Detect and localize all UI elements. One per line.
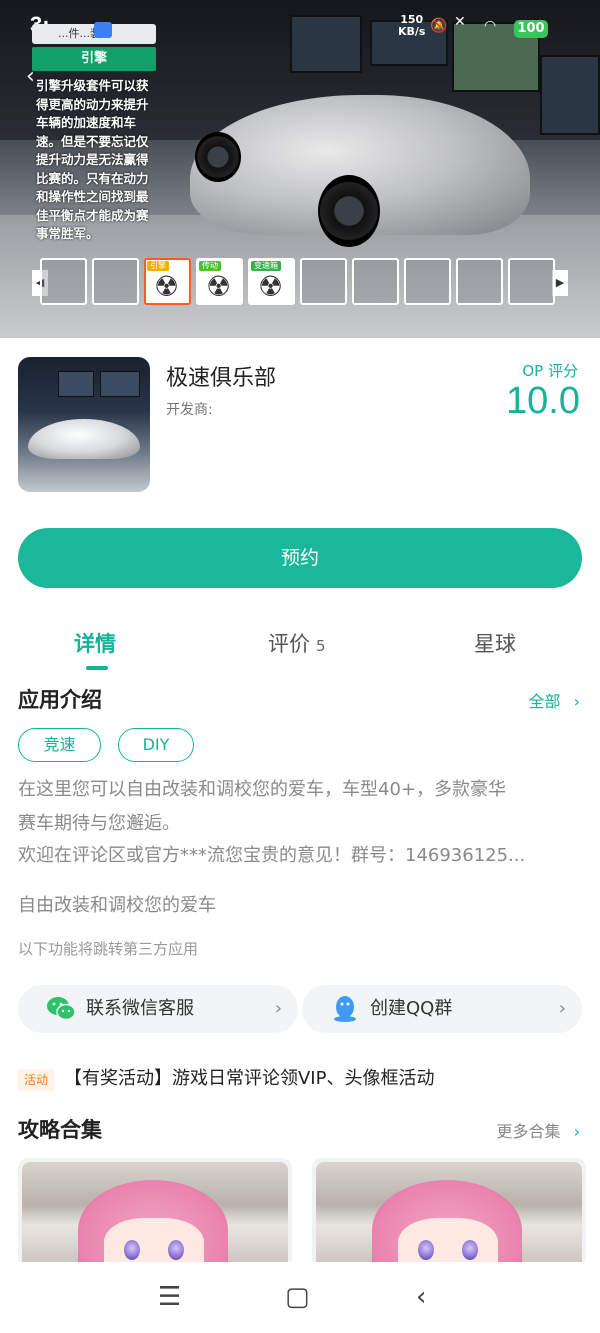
upgrade-slot[interactable]: 传动 ☢ xyxy=(196,258,243,305)
reserve-button[interactable]: 预约 xyxy=(18,528,582,588)
qq-group-label: 创建QQ群 xyxy=(370,998,453,1019)
activity-text: 【有奖活动】游戏日常评论领VIP、头像框活动 xyxy=(64,1068,435,1089)
chevron-right-icon: › xyxy=(274,998,282,1019)
upgrade-slots: 引擎 ☢ 传动 ☢ 变速箱 ☢ xyxy=(36,258,568,306)
intro-summary: 自由改装和调校您的爱车 xyxy=(18,895,216,916)
chevron-right-icon: › xyxy=(573,1122,580,1141)
rating-value: 10.0 xyxy=(506,380,580,422)
wechat-service-button[interactable]: 联系微信客服 › xyxy=(18,985,298,1033)
activity-badge: 活动 xyxy=(18,1069,54,1091)
icon-screen xyxy=(100,371,140,397)
game-screenshot-banner[interactable]: 3: 150 KB/s 🔕 ✕ ◠ 100 ...件...装 引擎 ‹ 引擎升级… xyxy=(0,0,600,338)
tag-chip[interactable]: DIY xyxy=(118,728,194,762)
guide-card-eye xyxy=(418,1240,434,1260)
tab-planet[interactable]: 星球 xyxy=(474,628,516,658)
radiation-icon: ☢ xyxy=(154,270,180,303)
tab-indicator xyxy=(86,666,108,670)
guide-card-face xyxy=(104,1218,204,1268)
radiation-icon: ☢ xyxy=(258,270,284,303)
car-wheel xyxy=(195,132,241,182)
qq-group-button[interactable]: 创建QQ群 › xyxy=(302,985,582,1033)
intro-all-label: 全部 xyxy=(528,692,561,711)
guides-more-label: 更多合集 xyxy=(496,1122,561,1141)
chevron-right-icon: › xyxy=(558,998,566,1019)
wifi-icon: ◠ xyxy=(484,18,497,34)
upgrade-slot[interactable] xyxy=(508,258,555,305)
upgrade-slot[interactable]: 变速箱 ☢ xyxy=(248,258,295,305)
icon-screen xyxy=(58,371,94,397)
wechat-service-label: 联系微信客服 xyxy=(86,998,194,1019)
back-arrow-icon[interactable]: ‹ xyxy=(26,64,35,89)
reviews-count: 5 xyxy=(316,637,326,655)
qq-icon xyxy=(334,996,356,1022)
guide-card-face xyxy=(398,1218,498,1268)
upgrade-slot[interactable] xyxy=(404,258,451,305)
tab-planet-label: 星球 xyxy=(474,632,516,656)
network-speed: 150 KB/s xyxy=(398,14,425,38)
intro-desc-line: 欢迎在评论区或官方***流您宝贵的意见！群号：146936125... xyxy=(18,845,526,866)
upgrade-slot[interactable] xyxy=(40,258,87,305)
upgrade-slot[interactable] xyxy=(456,258,503,305)
menu-icon[interactable]: ☰ xyxy=(158,1284,181,1310)
guide-card[interactable] xyxy=(312,1158,586,1268)
radiation-icon: ☢ xyxy=(206,270,232,303)
engine-description: 引擎升级套件可以获得更高的动力来提升车辆的加速度和车速。但是不要忘记仅提升动力是… xyxy=(36,78,149,241)
intro-all-link[interactable]: 全部 › xyxy=(528,688,580,712)
guide-card-eye xyxy=(462,1240,478,1260)
battery-indicator: 100 xyxy=(514,20,548,38)
upgrade-slot[interactable] xyxy=(300,258,347,305)
system-nav-bar: ☰ ▢ ‹ xyxy=(0,1262,600,1333)
rating-label: OP 评分 xyxy=(522,362,578,380)
chat-icon xyxy=(94,22,112,38)
icon-car xyxy=(28,419,140,459)
tab-details-label: 详情 xyxy=(74,632,116,656)
upgrade-slot[interactable] xyxy=(92,258,139,305)
developer-label: 开发商: xyxy=(166,402,213,418)
chevron-right-icon: › xyxy=(573,692,580,711)
engine-tab[interactable]: 引擎 xyxy=(32,47,156,71)
intro-desc-line: 在这里您可以自由改装和调校您的爱车，车型40+，多款豪华 xyxy=(18,779,506,800)
speed-unit: KB/s xyxy=(398,25,426,38)
wall-screen xyxy=(540,55,600,135)
tab-reviews[interactable]: 评价 5 xyxy=(268,628,326,658)
tag-chip[interactable]: 竞速 xyxy=(18,728,101,762)
intro-desc-line: 赛车期待与您邂逅。 xyxy=(18,813,180,834)
wechat-icon xyxy=(47,997,76,1021)
app-name: 极速俱乐部 xyxy=(166,366,277,391)
guides-more-link[interactable]: 更多合集 › xyxy=(496,1118,580,1142)
guide-card-eye xyxy=(124,1240,140,1260)
home-icon[interactable]: ▢ xyxy=(285,1284,310,1310)
mute-bell-icon: 🔕 xyxy=(430,18,448,34)
guides-title: 攻略合集 xyxy=(18,1118,102,1142)
back-icon[interactable]: ‹ xyxy=(416,1284,426,1310)
tab-reviews-label: 评价 xyxy=(268,632,310,656)
app-icon xyxy=(18,357,150,492)
car-wheel xyxy=(318,175,380,247)
third-party-note: 以下功能将跳转第三方应用 xyxy=(18,940,199,958)
tab-details[interactable]: 详情 xyxy=(74,628,116,658)
intro-title: 应用介绍 xyxy=(18,688,102,712)
upgrade-slot[interactable] xyxy=(352,258,399,305)
guide-card-eye xyxy=(168,1240,184,1260)
upgrade-slot[interactable]: 引擎 ☢ xyxy=(144,258,191,305)
guide-card[interactable] xyxy=(18,1158,292,1268)
close-icon: ✕ xyxy=(454,14,466,30)
